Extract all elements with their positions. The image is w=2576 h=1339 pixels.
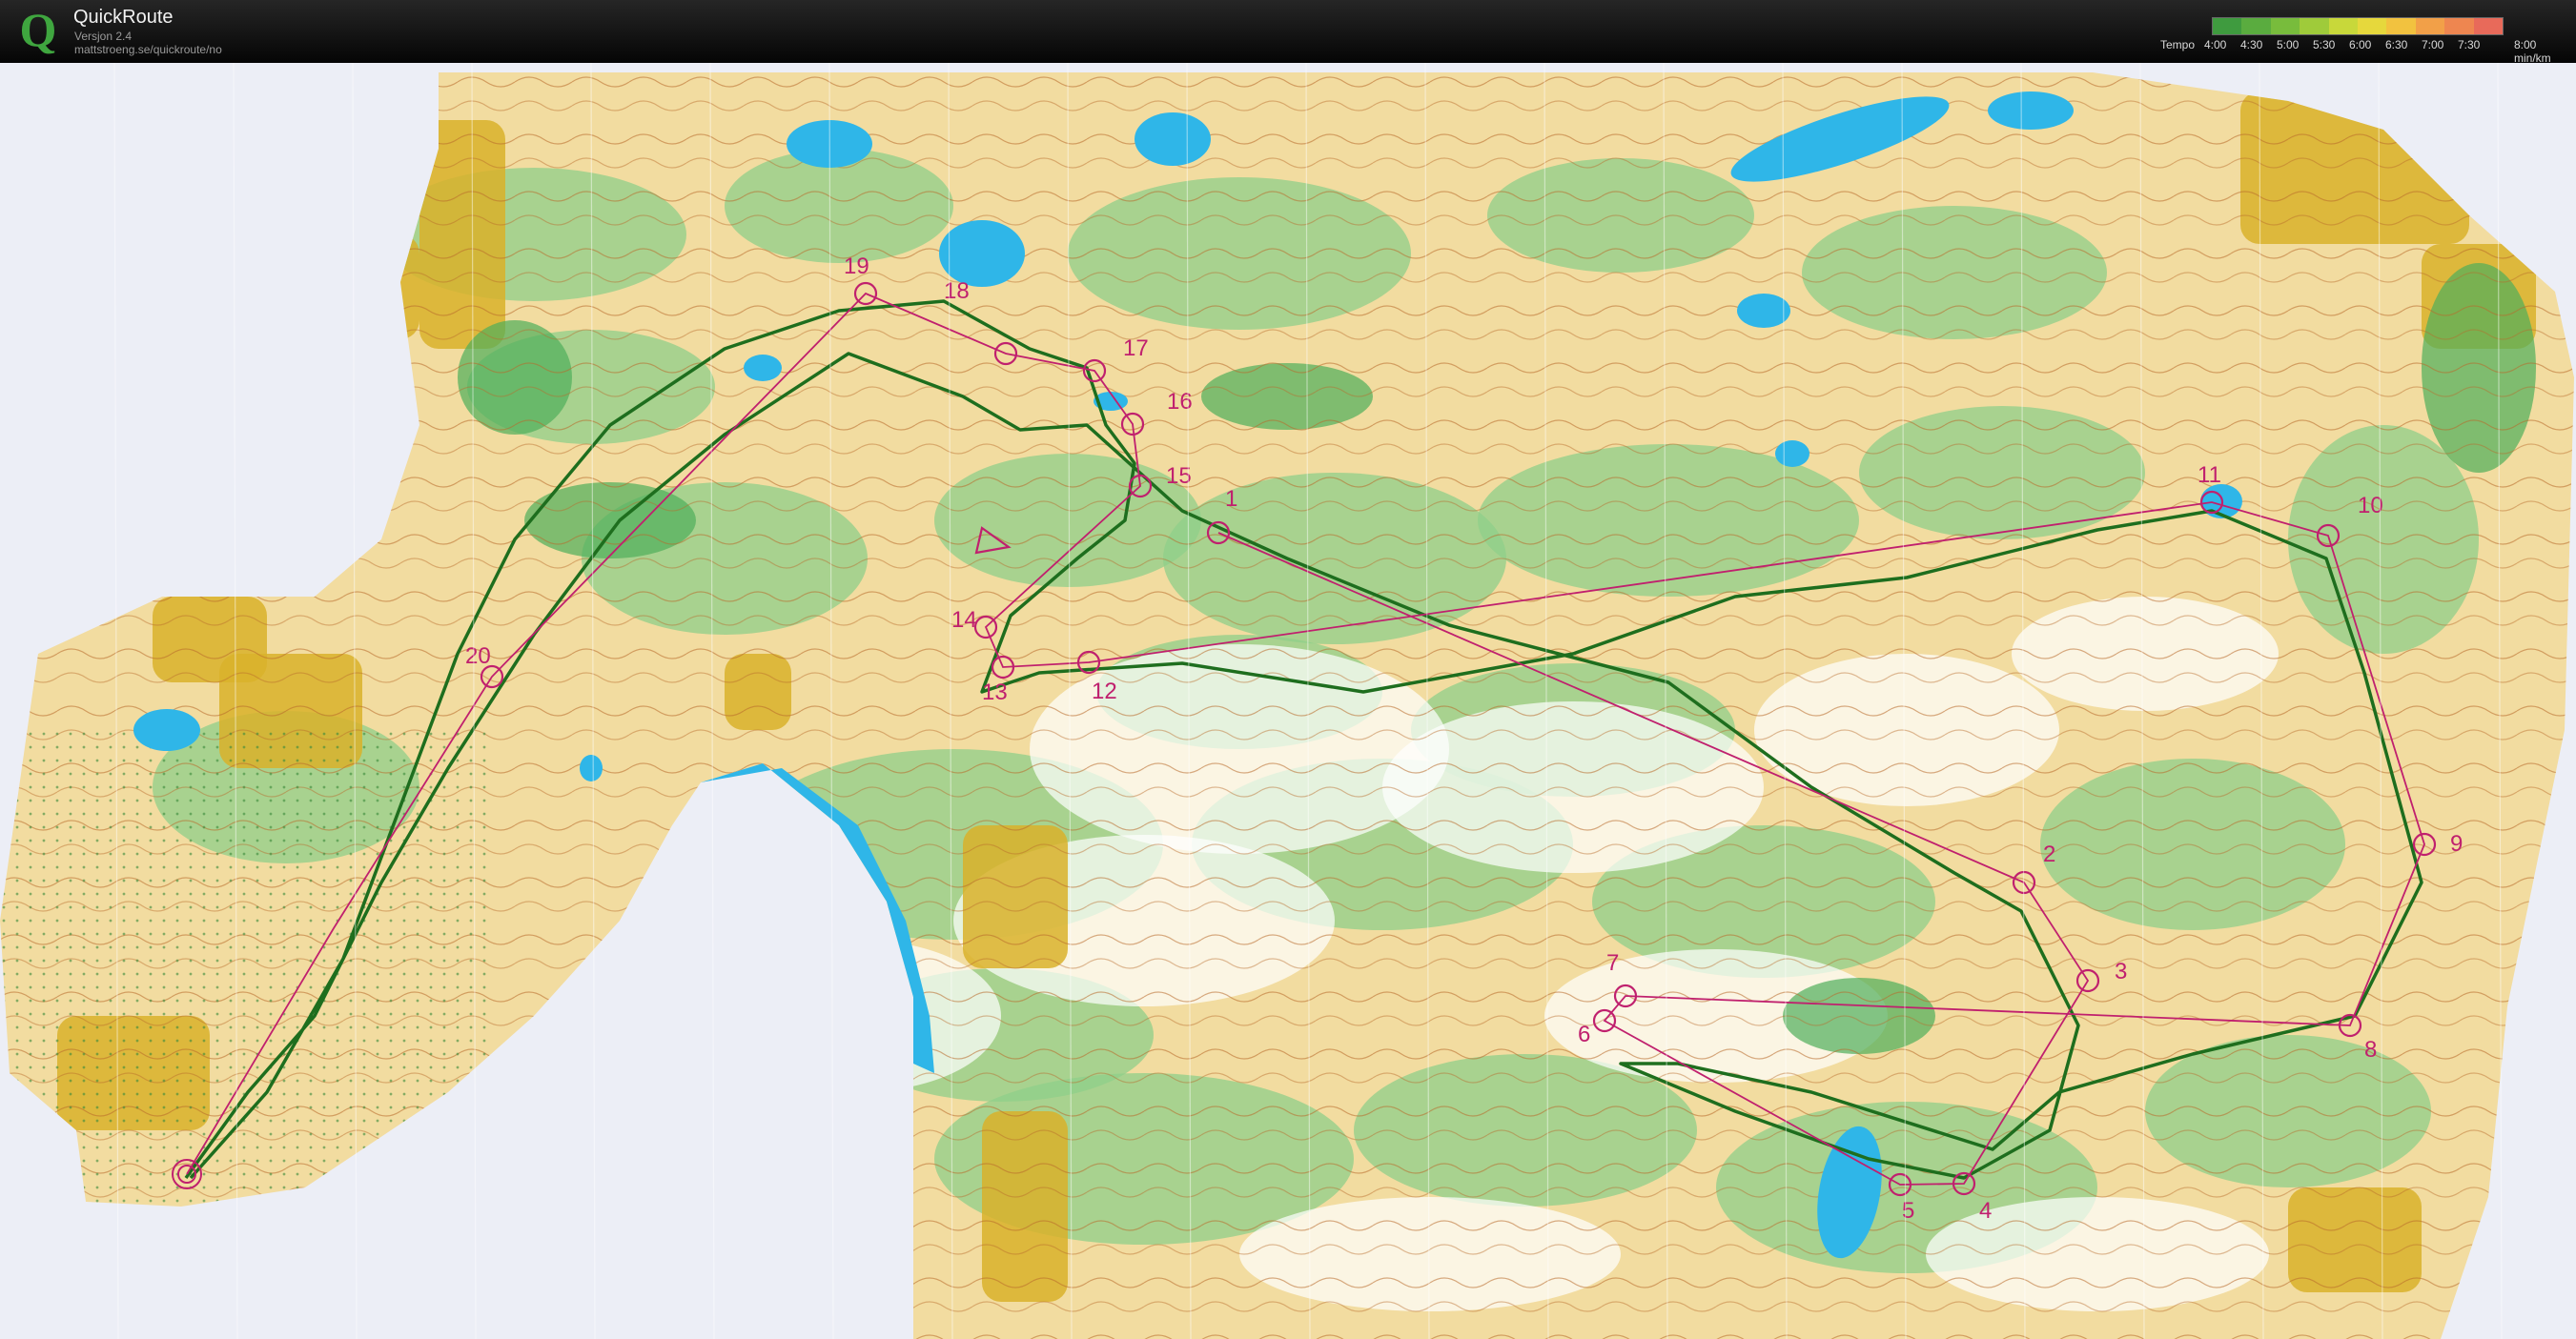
- tempo-tick: 7:00: [2422, 38, 2444, 51]
- control-number: 13: [982, 680, 1008, 705]
- tempo-swatch: [2444, 18, 2474, 34]
- tempo-swatch: [2270, 18, 2300, 34]
- lake: [133, 709, 200, 751]
- tempo-swatch: [2473, 18, 2504, 34]
- tempo-tick: 6:00: [2349, 38, 2372, 51]
- tempo-swatch: [2328, 18, 2359, 34]
- control-number: 8: [2364, 1037, 2377, 1063]
- tempo-unit: 8:00 min/km: [2514, 38, 2576, 65]
- lake: [1988, 91, 2074, 130]
- lake: [1775, 440, 1809, 467]
- control-number: 2: [2043, 842, 2055, 867]
- control-number: 19: [844, 254, 869, 279]
- tempo-tick: 4:00: [2204, 38, 2227, 51]
- control-number: 12: [1092, 679, 1117, 704]
- tempo-tick: 7:30: [2458, 38, 2481, 51]
- orienteering-map[interactable]: 1234567891011121314151617181920: [0, 63, 2576, 1339]
- tempo-tick: 4:30: [2240, 38, 2263, 51]
- lake: [939, 220, 1025, 287]
- control-number: 14: [951, 607, 977, 633]
- tempo-tick: 5:00: [2277, 38, 2300, 51]
- svg-text:Q: Q: [20, 6, 57, 56]
- lake: [1135, 112, 1211, 166]
- tempo-tick: 6:30: [2385, 38, 2408, 51]
- tempo-tick: 5:30: [2313, 38, 2336, 51]
- tempo-tick-last: 8:00: [2514, 38, 2537, 51]
- control-number: 6: [1578, 1022, 1590, 1047]
- control-number: 5: [1902, 1198, 1914, 1224]
- control-number: 7: [1606, 950, 1619, 976]
- control-number: 11: [2198, 462, 2221, 488]
- control-number: 20: [465, 643, 491, 669]
- app-header: Q QuickRoute Versjon 2.4 mattstroeng.se/…: [0, 0, 2576, 65]
- control-number: 1: [1225, 486, 1237, 512]
- control-number: 4: [1979, 1198, 1992, 1224]
- quickroute-window: Q QuickRoute Versjon 2.4 mattstroeng.se/…: [0, 0, 2576, 1339]
- tempo-swatch: [2415, 18, 2445, 34]
- control-number: 3: [2115, 959, 2127, 984]
- control-number: 17: [1123, 335, 1149, 361]
- lake: [1737, 294, 1790, 328]
- lake: [744, 355, 782, 381]
- app-version: Versjon 2.4: [74, 30, 133, 43]
- tempo-legend-label: Tempo: [2160, 38, 2196, 51]
- tempo-swatch: [2358, 18, 2387, 34]
- control-number: 18: [944, 278, 970, 304]
- tempo-swatch: [2241, 18, 2271, 34]
- lake: [580, 755, 603, 781]
- tempo-color-scale: [2212, 17, 2504, 35]
- app-title: QuickRoute: [73, 7, 174, 28]
- tempo-swatch: [2300, 18, 2329, 34]
- control-number: 9: [2450, 831, 2463, 857]
- tempo-swatch: [2386, 18, 2416, 34]
- app-url: mattstroeng.se/quickroute/no: [74, 43, 222, 56]
- control-number: 16: [1167, 389, 1193, 415]
- quickroute-logo-icon: Q: [20, 6, 57, 56]
- tempo-swatch: [2213, 18, 2242, 34]
- control-number: 10: [2358, 493, 2383, 518]
